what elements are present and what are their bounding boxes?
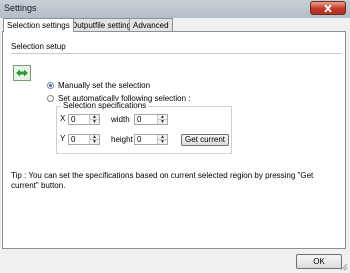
close-button[interactable]	[310, 1, 346, 15]
x-label: X	[60, 114, 66, 123]
spin-down-icon[interactable]: ▼	[158, 139, 167, 145]
width-spinbox[interactable]: 0 ▲ ▼	[134, 114, 168, 125]
width-value[interactable]: 0	[135, 115, 157, 124]
radio-manual-selection[interactable]: Manually set the selection	[47, 81, 150, 90]
selection-specifications-group: Selection specifications X 0 ▲ ▼ width 0…	[56, 101, 232, 154]
radio-manual-indicator[interactable]	[47, 82, 54, 89]
width-label: width	[111, 115, 130, 124]
x-value[interactable]: 0	[69, 115, 89, 124]
get-current-button[interactable]: Get current	[181, 134, 229, 146]
spin-down-icon[interactable]: ▼	[158, 119, 167, 125]
tab-advanced[interactable]: Advanced	[129, 18, 173, 31]
height-label: height	[111, 135, 133, 144]
section-divider	[11, 53, 341, 54]
radio-manual-label: Manually set the selection	[58, 81, 151, 90]
close-icon	[324, 4, 332, 13]
y-value[interactable]: 0	[69, 135, 89, 144]
y-spinbox[interactable]: 0 ▲ ▼	[68, 134, 100, 145]
title-bar[interactable]: Settings	[0, 0, 350, 18]
section-heading: Selection setup	[11, 42, 66, 51]
selection-tool-icon	[13, 65, 31, 81]
settings-window: Settings Selection settings Outputfile s…	[0, 0, 350, 273]
tab-selection-settings[interactable]: Selection settings	[3, 18, 74, 32]
resize-grip-icon[interactable]	[340, 263, 348, 271]
selection-settings-pane: Selection setup Manually set the selecti…	[2, 31, 346, 249]
x-spinbox[interactable]: 0 ▲ ▼	[68, 114, 100, 125]
dialog-client-area: Selection settings Outputfile settings A…	[0, 18, 350, 273]
spin-down-icon[interactable]: ▼	[90, 139, 99, 145]
radio-auto-indicator[interactable]	[47, 95, 54, 102]
height-spinbox[interactable]: 0 ▲ ▼	[134, 134, 168, 145]
height-value[interactable]: 0	[135, 135, 157, 144]
tip-text: Tip : You can set the specifications bas…	[11, 171, 314, 190]
ok-button[interactable]: OK	[296, 254, 342, 269]
window-title: Settings	[4, 3, 37, 13]
group-legend: Selection specifications	[61, 101, 149, 110]
spin-down-icon[interactable]: ▼	[90, 119, 99, 125]
y-label: Y	[60, 134, 66, 143]
